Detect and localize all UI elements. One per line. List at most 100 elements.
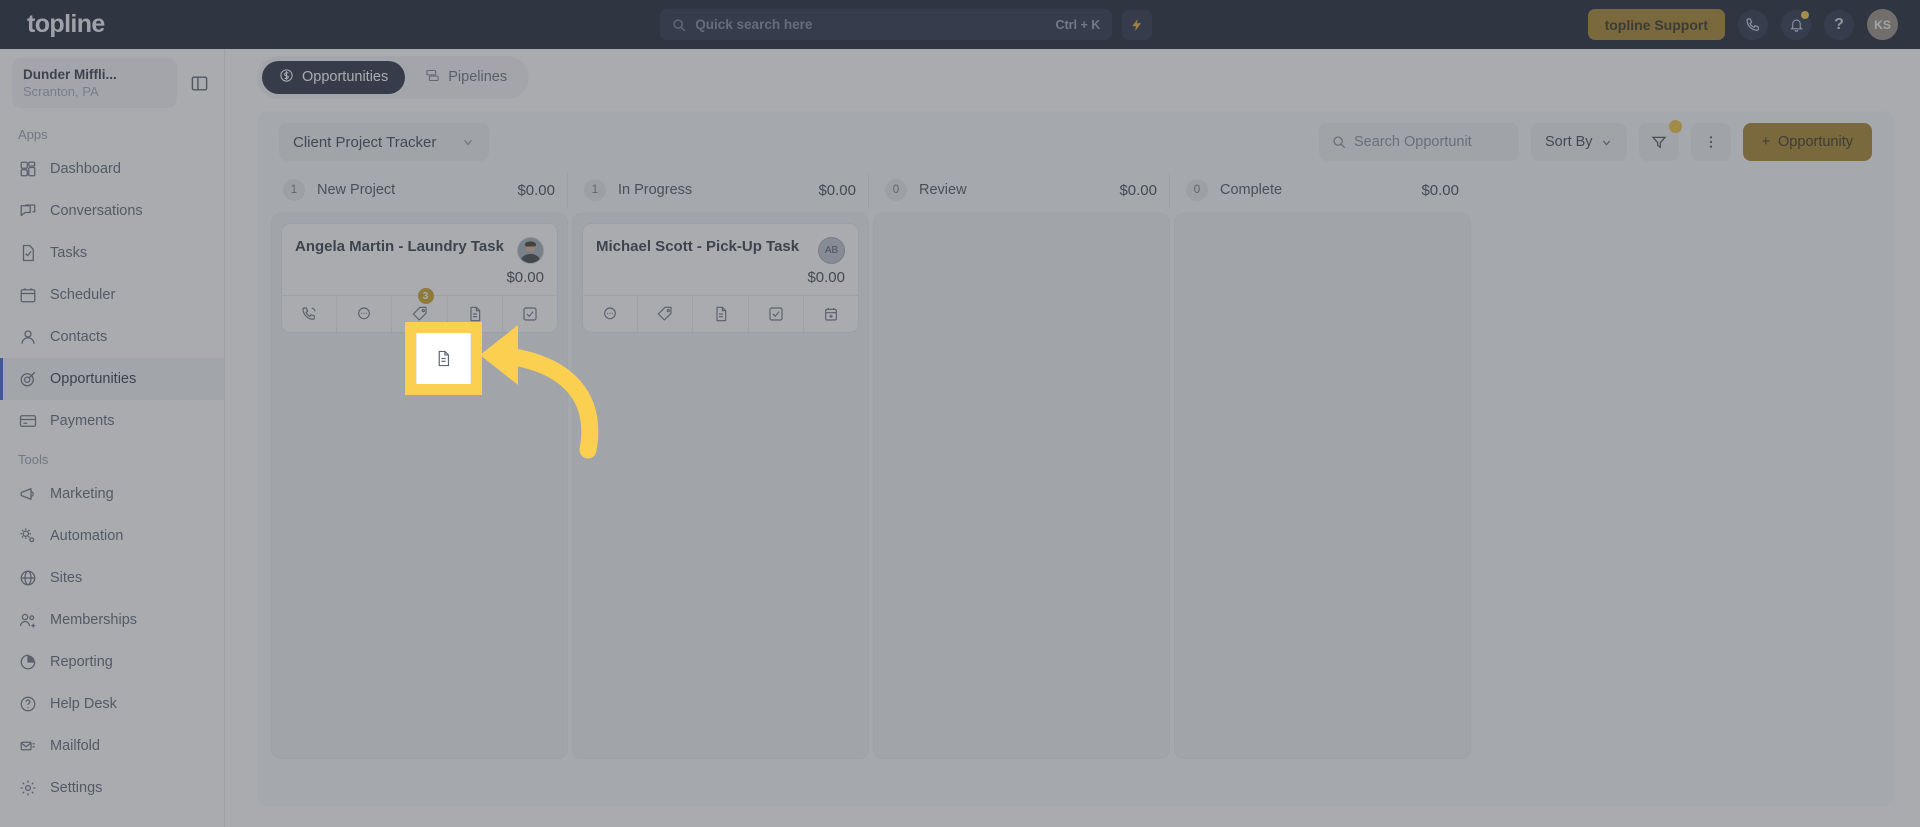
pie-chart-icon-wrap <box>18 653 37 672</box>
megaphone-icon-wrap <box>18 485 37 504</box>
user-icon <box>20 330 35 344</box>
card-body: Angela Martin - Laundry Task $0.00 <box>282 224 557 295</box>
tab-opportunities[interactable]: Opportunities <box>262 60 406 94</box>
search-opportunities-input[interactable]: Search Opportunit <box>1319 123 1520 161</box>
column-count: 1 <box>283 179 305 201</box>
quick-search-placeholder: Quick search here <box>695 17 813 32</box>
sidebar-panel-icon <box>191 75 207 91</box>
notifications-button[interactable] <box>1781 9 1811 40</box>
location-row: Dunder Miffli... Scranton, PA <box>0 49 224 117</box>
sidebar-item-sites[interactable]: Sites <box>0 557 224 599</box>
add-opportunity-button[interactable]: + Opportunity <box>1742 123 1872 161</box>
question-circle-icon-wrap <box>18 695 37 714</box>
phone-call-icon <box>302 307 316 320</box>
sidebar-item-help-desk[interactable]: Help Desk <box>0 683 224 725</box>
sidebar-item-marketing[interactable]: Marketing <box>0 473 224 515</box>
sort-by-label: Sort By <box>1545 134 1593 150</box>
sidebar-item-label: Payments <box>50 413 115 429</box>
sidebar-item-conversations[interactable]: Conversations <box>0 190 224 232</box>
message-icon <box>358 307 371 320</box>
sidebar-item-mailfold[interactable]: Mailfold <box>0 725 224 767</box>
users-plus-icon-wrap <box>18 611 37 630</box>
support-button[interactable]: topline Support <box>1587 9 1725 40</box>
card-action-checkbox[interactable] <box>749 296 804 332</box>
card-action-document[interactable] <box>693 296 749 332</box>
column-drop-zone[interactable]: Michael Scott - Pick-Up Task AB $0.00 <box>572 213 869 759</box>
lightning-bolt-icon <box>1132 18 1142 31</box>
help-button[interactable]: ? <box>1824 9 1854 40</box>
sidebar-item-settings[interactable]: Settings <box>0 767 224 809</box>
sort-by-dropdown[interactable]: Sort By <box>1531 123 1627 161</box>
sidebar-item-label: Automation <box>50 528 124 544</box>
sidebar: Dunder Miffli... Scranton, PA Apps Dashbo… <box>0 49 225 827</box>
sidebar-item-label: Conversations <box>50 203 143 219</box>
sidebar-item-automation[interactable]: Automation <box>0 515 224 557</box>
kanban-column: 1 In Progress $0.00 Michael Scott - Pick-Up… <box>572 173 869 759</box>
mail-stack-icon <box>20 741 35 751</box>
sidebar-collapse-button[interactable] <box>184 68 214 98</box>
gears-icon-wrap <box>18 527 37 546</box>
more-options-button[interactable] <box>1690 123 1731 161</box>
megaphone-icon <box>20 488 34 500</box>
column-name: In Progress <box>618 182 693 198</box>
kanban-column: 0 Complete $0.00 <box>1174 173 1471 759</box>
sidebar-item-dashboard[interactable]: Dashboard <box>0 148 224 190</box>
tab-label: Opportunities <box>302 69 389 85</box>
filter-icon <box>1651 136 1666 149</box>
bell-icon <box>1789 18 1803 32</box>
sidebar-item-memberships[interactable]: Memberships <box>0 599 224 641</box>
location-switcher[interactable]: Dunder Miffli... Scranton, PA <box>12 58 177 108</box>
location-name: Dunder Miffli... <box>23 66 117 82</box>
sidebar-item-contacts[interactable]: Contacts <box>0 316 224 358</box>
highlighted-document-icon-cell[interactable] <box>416 333 471 384</box>
column-drop-zone[interactable]: Angela Martin - Laundry Task $0.00 3 <box>271 213 568 759</box>
document-icon <box>715 306 726 322</box>
quick-search-input[interactable]: Quick search here Ctrl + K <box>660 9 1113 40</box>
column-name: Complete <box>1220 182 1283 198</box>
card-action-badge: 3 <box>417 288 434 304</box>
tab-pipelines[interactable]: Pipelines <box>408 61 524 94</box>
question-circle-icon <box>20 696 35 712</box>
column-header: 0 Review $0.00 <box>873 173 1170 207</box>
dollar-circle-icon-wrap <box>279 68 294 87</box>
pie-chart-icon <box>20 654 35 670</box>
sidebar-item-payments[interactable]: Payments <box>0 400 224 442</box>
user-avatar[interactable]: KS <box>1867 9 1898 40</box>
sidebar-item-label: Marketing <box>50 486 114 502</box>
card-title: Angela Martin - Laundry Task <box>295 238 504 255</box>
calendar-icon-wrap <box>18 286 37 305</box>
pipeline-icon <box>426 69 439 81</box>
help-label: ? <box>1834 15 1844 33</box>
card-title: Michael Scott - Pick-Up Task <box>596 238 800 255</box>
sidebar-item-opportunities[interactable]: Opportunities <box>0 358 224 400</box>
sidebar-item-label: Opportunities <box>50 371 137 387</box>
more-vertical-icon <box>1709 136 1712 148</box>
tab-bar: Opportunities Pipelines <box>225 49 1920 105</box>
card-action-phone-call[interactable] <box>282 296 338 332</box>
quick-search-shortcut: Ctrl + K <box>1055 17 1101 32</box>
nav-section-label: Apps <box>18 127 48 142</box>
sidebar-item-tasks[interactable]: Tasks <box>0 232 224 274</box>
pipeline-label: Client Project Tracker <box>293 133 437 151</box>
add-opportunity-prefix: + <box>1761 134 1771 150</box>
top-bar: topline Quick search here Ctrl + K topli… <box>0 0 1920 49</box>
column-drop-zone[interactable] <box>873 213 1170 759</box>
users-plus-icon <box>19 613 35 628</box>
sidebar-item-reporting[interactable]: Reporting <box>0 641 224 683</box>
card-action-calendar-plus[interactable] <box>804 296 858 332</box>
pipeline-selector[interactable]: Client Project Tracker <box>279 123 490 161</box>
chat-icon-wrap <box>18 202 37 221</box>
column-count: 0 <box>885 179 907 201</box>
column-header: 1 New Project $0.00 <box>271 173 568 207</box>
kanban-column: 1 New Project $0.00 Angela Martin - Laundry… <box>271 173 568 759</box>
filter-button[interactable] <box>1638 120 1682 161</box>
phone-button[interactable] <box>1738 9 1768 40</box>
checkbox-icon <box>769 307 783 321</box>
avatar-initials: AB <box>824 245 839 256</box>
lightning-bolt-button[interactable] <box>1122 9 1153 40</box>
column-drop-zone[interactable] <box>1174 213 1471 759</box>
card-action-message[interactable] <box>337 296 393 332</box>
sidebar-item-scheduler[interactable]: Scheduler <box>0 274 224 316</box>
logo[interactable]: topline <box>0 10 225 39</box>
kanban-board: 1 New Project $0.00 Angela Martin - Laundry… <box>257 173 1894 759</box>
